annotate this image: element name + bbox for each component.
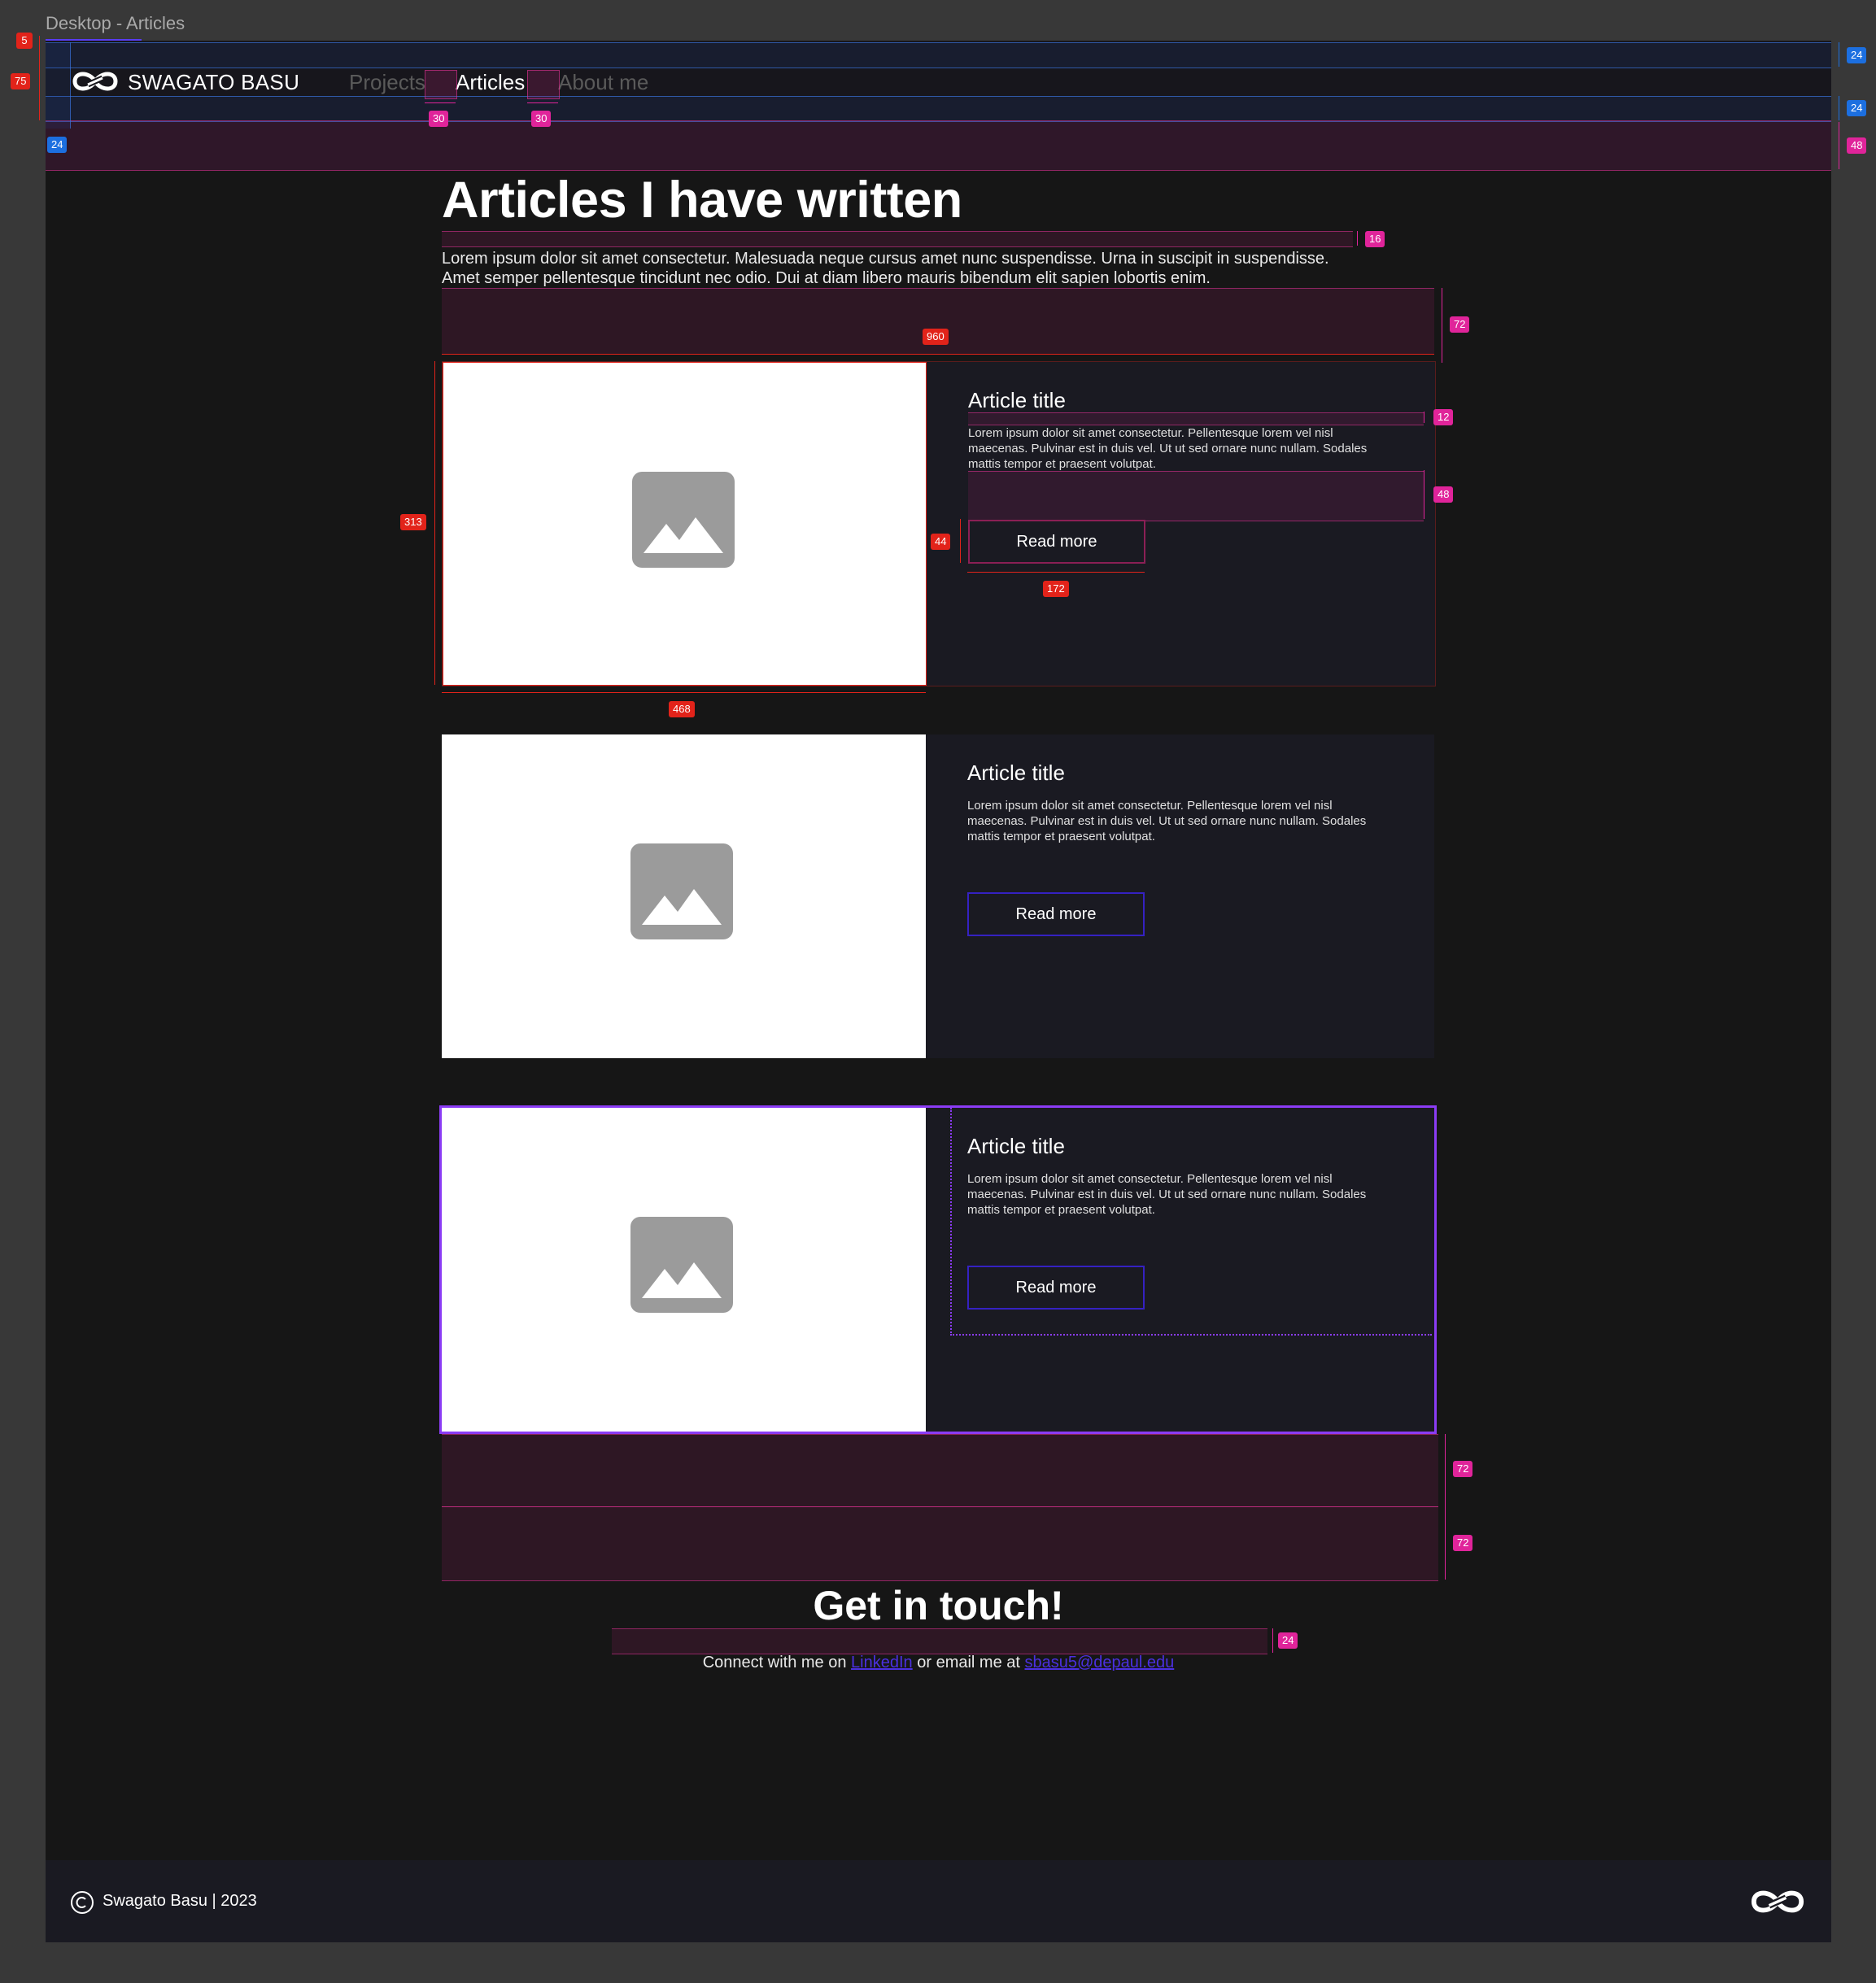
- linkedin-link[interactable]: LinkedIn: [851, 1654, 913, 1671]
- badge-section-gap-1: 72: [1453, 1461, 1473, 1477]
- nav-margin-bottom-band: [46, 120, 1831, 171]
- badge-card-height: 313: [400, 514, 426, 530]
- badge-intro-gap: 72: [1450, 316, 1470, 333]
- image-placeholder-icon: [632, 472, 735, 568]
- nav-gap-marker-2: [527, 70, 560, 99]
- badge-nav-pad-bottom: 24: [1847, 100, 1867, 116]
- article-title-2[interactable]: Article title: [967, 761, 1065, 786]
- article-image-3: [442, 1108, 926, 1432]
- badge-nav-height: 75: [11, 73, 31, 89]
- nav-link-about[interactable]: About me: [558, 70, 648, 95]
- badge-content-width: 960: [923, 329, 949, 345]
- article-text-2: Lorem ipsum dolor sit amet consectetur. …: [967, 799, 1367, 843]
- frame-label: Desktop - Articles: [46, 13, 185, 33]
- card-height-line: [434, 361, 435, 685]
- read-more-button-2[interactable]: Read more: [967, 892, 1145, 936]
- article-card-2: Article title Lorem ipsum dolor sit amet…: [442, 734, 1434, 1058]
- badge-card-img-width: 468: [669, 701, 695, 717]
- contact-gap-band: [612, 1628, 1267, 1654]
- badge-frame-top: 5: [16, 33, 33, 49]
- article-card-3: Article title Lorem ipsum dolor sit amet…: [439, 1105, 1437, 1434]
- badge-title-gap: 16: [1365, 231, 1385, 247]
- read-more-button-3[interactable]: Read more: [967, 1266, 1145, 1310]
- badge-button-height: 44: [931, 534, 951, 550]
- badge-nav-gap-1: 30: [429, 111, 449, 127]
- section-gap-band-2: [442, 1506, 1438, 1581]
- nav-padding-bottom-band: [46, 96, 1831, 122]
- contact-middle: or email me at: [912, 1654, 1025, 1671]
- intro-line-1: Lorem ipsum dolor sit amet consectetur. …: [442, 250, 1329, 268]
- nav-gap-1-line: [425, 102, 456, 103]
- button-width-line: [967, 572, 1145, 573]
- contact-line: Connect with me on LinkedIn or email me …: [46, 1654, 1831, 1672]
- badge-nav-gap-2: 30: [531, 111, 552, 127]
- nav-link-projects[interactable]: Projects: [349, 70, 425, 95]
- infinity-logo-icon[interactable]: [1747, 1885, 1808, 1919]
- infinity-logo-icon[interactable]: [70, 67, 120, 96]
- copyright-icon: [71, 1891, 94, 1914]
- email-link[interactable]: sbasu5@depaul.edu: [1025, 1654, 1175, 1671]
- badge-contact-gap: 24: [1278, 1632, 1298, 1649]
- button-height-line: [960, 519, 961, 563]
- badge-card-title-gap: 12: [1433, 409, 1454, 425]
- content-width-line: [442, 354, 1434, 355]
- badge-nav-margin: 48: [1847, 137, 1867, 154]
- badge-card-text-gap: 48: [1433, 486, 1454, 503]
- section-gap-band-1: [442, 1434, 1438, 1507]
- brand-name[interactable]: SWAGATO BASU: [128, 70, 299, 95]
- contact-gap-line: [1272, 1628, 1273, 1653]
- footer-copyright: Swagato Basu | 2023: [103, 1892, 257, 1910]
- nav-gap-marker-1: [425, 70, 457, 99]
- article-1-text-gap-band: [968, 471, 1424, 521]
- badge-section-gap-2: 72: [1453, 1535, 1473, 1551]
- nav-gap-2-line: [527, 102, 558, 103]
- badge-button-width: 172: [1043, 581, 1069, 597]
- badge-nav-pad-left: 24: [47, 137, 68, 153]
- article-image-1: [443, 362, 927, 686]
- article-title-1[interactable]: Article title: [968, 388, 1066, 413]
- image-placeholder-icon: [630, 1217, 733, 1313]
- badge-nav-pad-top: 24: [1847, 47, 1867, 63]
- intro-line-2: Amet semper pellentesque tincidunt nec o…: [442, 269, 1211, 287]
- title-gap-line: [1357, 231, 1358, 246]
- article-image-2: [442, 734, 926, 1058]
- page-title: Articles I have written: [442, 172, 962, 229]
- nav-link-articles[interactable]: Articles: [456, 70, 525, 95]
- card-img-width-line: [442, 692, 926, 693]
- article-title-3[interactable]: Article title: [967, 1134, 1065, 1159]
- contact-prefix: Connect with me on: [702, 1654, 852, 1671]
- nav-height-line: [39, 36, 40, 120]
- contact-title: Get in touch!: [813, 1583, 1064, 1628]
- read-more-button-1[interactable]: Read more: [968, 520, 1145, 564]
- section-gap-line: [1445, 1434, 1446, 1580]
- article-text-3: Lorem ipsum dolor sit amet consectetur. …: [967, 1172, 1367, 1217]
- article-text-1: Lorem ipsum dolor sit amet consectetur. …: [968, 426, 1368, 471]
- article-1-title-gap-band: [968, 412, 1424, 425]
- article-card-1: Article title Lorem ipsum dolor sit amet…: [442, 361, 1436, 686]
- nav-padding-top-band: [46, 42, 1831, 68]
- image-placeholder-icon: [630, 843, 733, 939]
- footer: Swagato Basu | 2023: [46, 1860, 1831, 1942]
- title-gap-band: [442, 231, 1353, 247]
- contact-section: Get in touch! 24 Connect with me on Link…: [46, 1582, 1831, 1704]
- nav-padding-left-band: [46, 42, 71, 129]
